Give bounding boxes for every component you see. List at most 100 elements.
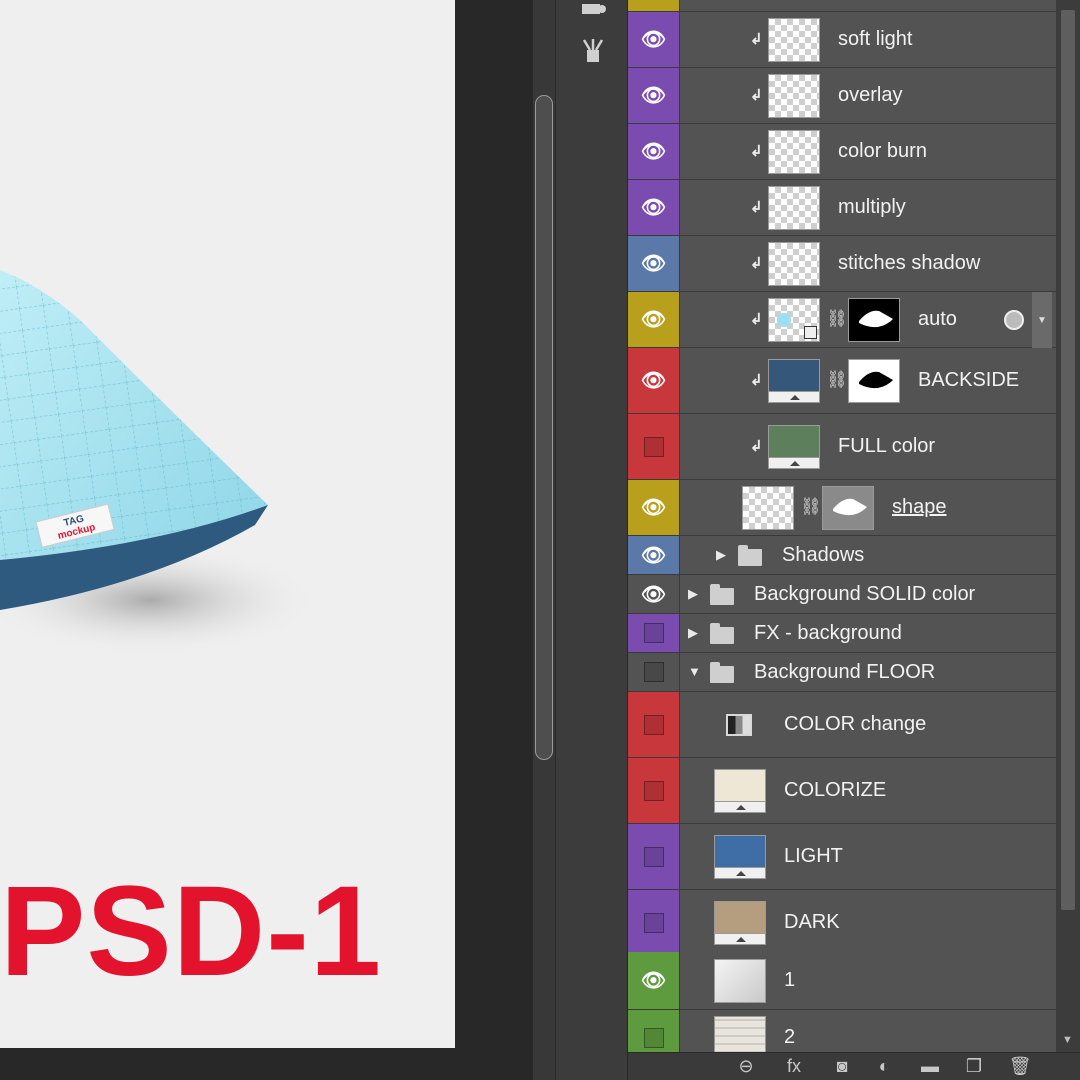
- visibility-toggle[interactable]: [628, 824, 680, 889]
- tool-column: [555, 0, 627, 1080]
- eye-icon: 👁: [640, 29, 667, 51]
- layer-name[interactable]: 2: [784, 1026, 795, 1049]
- adjustment-brushes-icon[interactable]: [578, 36, 608, 66]
- collapse-arrow-icon[interactable]: ▼: [688, 664, 701, 679]
- layer-thumbnail: [714, 1016, 766, 1052]
- smart-object-icon: [1004, 310, 1024, 330]
- layer-name[interactable]: LIGHT: [784, 845, 843, 868]
- layer-thumbnail: [714, 769, 766, 813]
- trash-icon[interactable]: 🗑: [1008, 1056, 1032, 1077]
- layer-row[interactable]: DARK: [628, 890, 1056, 956]
- layer-name[interactable]: Shadows: [782, 544, 864, 567]
- brush-tool-icon[interactable]: [578, 0, 608, 24]
- add-mask-icon[interactable]: ◙: [830, 1056, 854, 1077]
- expand-arrow-icon[interactable]: ▶: [688, 625, 698, 641]
- mask-link-icon[interactable]: ⛓: [826, 370, 848, 390]
- visibility-toggle[interactable]: [628, 414, 680, 479]
- visibility-toggle[interactable]: 👁: [628, 180, 680, 235]
- layer-name[interactable]: color burn: [838, 140, 927, 163]
- new-layer-icon[interactable]: ❐: [962, 1056, 986, 1077]
- visibility-toggle[interactable]: 👁: [628, 124, 680, 179]
- layer-row[interactable]: 👁 ↲ color burn: [628, 124, 1056, 180]
- canvas-scrollbar[interactable]: [533, 0, 555, 1080]
- visibility-toggle[interactable]: [628, 890, 680, 955]
- layer-mask-thumbnail[interactable]: [848, 298, 900, 342]
- layer-name[interactable]: 1: [784, 969, 795, 992]
- visibility-toggle[interactable]: [628, 1010, 680, 1052]
- layer-name[interactable]: FULL color: [838, 435, 935, 458]
- layer-row[interactable]: 👁 ↲ stitches shadow: [628, 236, 1056, 292]
- layer-name[interactable]: Background FLOOR: [754, 661, 935, 684]
- layers-scrollbar[interactable]: ▼: [1056, 0, 1080, 1052]
- scroll-down-arrow-icon[interactable]: ▼: [1062, 1034, 1073, 1046]
- canvas-scrollbar-thumb[interactable]: [535, 95, 553, 760]
- layer-name[interactable]: auto: [918, 308, 957, 331]
- layer-row[interactable]: COLOR change: [628, 692, 1056, 758]
- layer-row[interactable]: 👁 ↲ ⛓ BACKSIDE: [628, 348, 1056, 414]
- layer-row[interactable]: LIGHT: [628, 824, 1056, 890]
- layer-row[interactable]: 👁 ▶ Shadows: [628, 536, 1056, 575]
- layer-thumbnail: [714, 835, 766, 879]
- layer-group-design-row[interactable]: [628, 0, 1056, 12]
- visibility-toggle[interactable]: 👁: [628, 236, 680, 291]
- layer-name[interactable]: overlay: [838, 84, 902, 107]
- visibility-toggle[interactable]: 👁: [628, 68, 680, 123]
- visibility-toggle[interactable]: 👁: [628, 480, 680, 535]
- layer-row[interactable]: 👁 ⛓ shape: [628, 480, 1056, 536]
- layer-dropdown-arrow-icon[interactable]: ▼: [1032, 292, 1052, 348]
- visibility-toggle[interactable]: 👁: [628, 952, 680, 1009]
- layer-row[interactable]: COLORIZE: [628, 758, 1056, 824]
- eye-icon: 👁: [640, 197, 667, 219]
- layer-name[interactable]: DARK: [784, 911, 840, 934]
- layer-row[interactable]: 👁 ▶ Background SOLID color: [628, 575, 1056, 614]
- eye-icon: 👁: [640, 497, 667, 519]
- visibility-toggle[interactable]: 👁: [628, 536, 680, 574]
- layer-row[interactable]: 2: [628, 1010, 1056, 1052]
- visibility-toggle[interactable]: 👁: [628, 348, 680, 413]
- hidden-visibility-box: [643, 846, 664, 867]
- document-canvas[interactable]: TAG mockup PSD-1: [0, 0, 455, 1048]
- visibility-toggle[interactable]: 👁: [628, 292, 680, 347]
- layer-row[interactable]: 👁 1: [628, 952, 1056, 1010]
- layer-row[interactable]: 👁 ↲ overlay: [628, 68, 1056, 124]
- fx-icon[interactable]: fx: [782, 1056, 806, 1077]
- layer-mask-thumbnail[interactable]: [822, 486, 874, 530]
- layer-mask-thumbnail[interactable]: [848, 359, 900, 403]
- visibility-toggle[interactable]: [628, 758, 680, 823]
- visibility-toggle[interactable]: [628, 653, 680, 691]
- layer-name[interactable]: shape: [892, 496, 947, 519]
- layer-name[interactable]: COLOR change: [784, 713, 926, 736]
- adjustment-layer-icon[interactable]: ◐: [872, 1056, 896, 1077]
- layer-row[interactable]: 👁 ↲ ⛓ auto ▼: [628, 292, 1056, 348]
- link-layers-icon[interactable]: ⊖: [734, 1056, 758, 1077]
- layer-name[interactable]: multiply: [838, 196, 906, 219]
- layer-name[interactable]: soft light: [838, 28, 912, 51]
- layer-name[interactable]: stitches shadow: [838, 252, 980, 275]
- visibility-cell[interactable]: [628, 0, 680, 11]
- layer-row[interactable]: 👁 ↲ soft light: [628, 12, 1056, 68]
- visibility-toggle[interactable]: [628, 614, 680, 652]
- layer-row[interactable]: ↲ FULL color: [628, 414, 1056, 480]
- layer-thumbnail: [768, 18, 820, 62]
- mask-link-icon[interactable]: ⛓: [826, 309, 848, 329]
- eye-icon: 👁: [640, 370, 667, 392]
- hidden-visibility-box: [643, 780, 664, 801]
- layer-name[interactable]: BACKSIDE: [918, 369, 1019, 392]
- visibility-toggle[interactable]: 👁: [628, 12, 680, 67]
- visibility-toggle[interactable]: [628, 692, 680, 757]
- layer-name[interactable]: Background SOLID color: [754, 583, 975, 606]
- layer-row[interactable]: ▼ Background FLOOR: [628, 653, 1056, 692]
- layer-name[interactable]: COLORIZE: [784, 779, 886, 802]
- layers-scrollbar-thumb[interactable]: [1061, 10, 1075, 910]
- layer-row[interactable]: 👁 ↲ multiply: [628, 180, 1056, 236]
- expand-arrow-icon[interactable]: ▶: [688, 586, 698, 602]
- eye-icon: 👁: [640, 309, 667, 331]
- mask-link-icon[interactable]: ⛓: [800, 497, 822, 517]
- expand-arrow-icon[interactable]: ▶: [716, 547, 726, 563]
- visibility-toggle[interactable]: 👁: [628, 575, 680, 613]
- layer-row[interactable]: ▶ FX - background: [628, 614, 1056, 653]
- hidden-visibility-box: [643, 1027, 664, 1048]
- layer-thumbnail: [768, 298, 820, 342]
- layer-name[interactable]: FX - background: [754, 622, 902, 645]
- new-group-icon[interactable]: ▬: [918, 1056, 942, 1077]
